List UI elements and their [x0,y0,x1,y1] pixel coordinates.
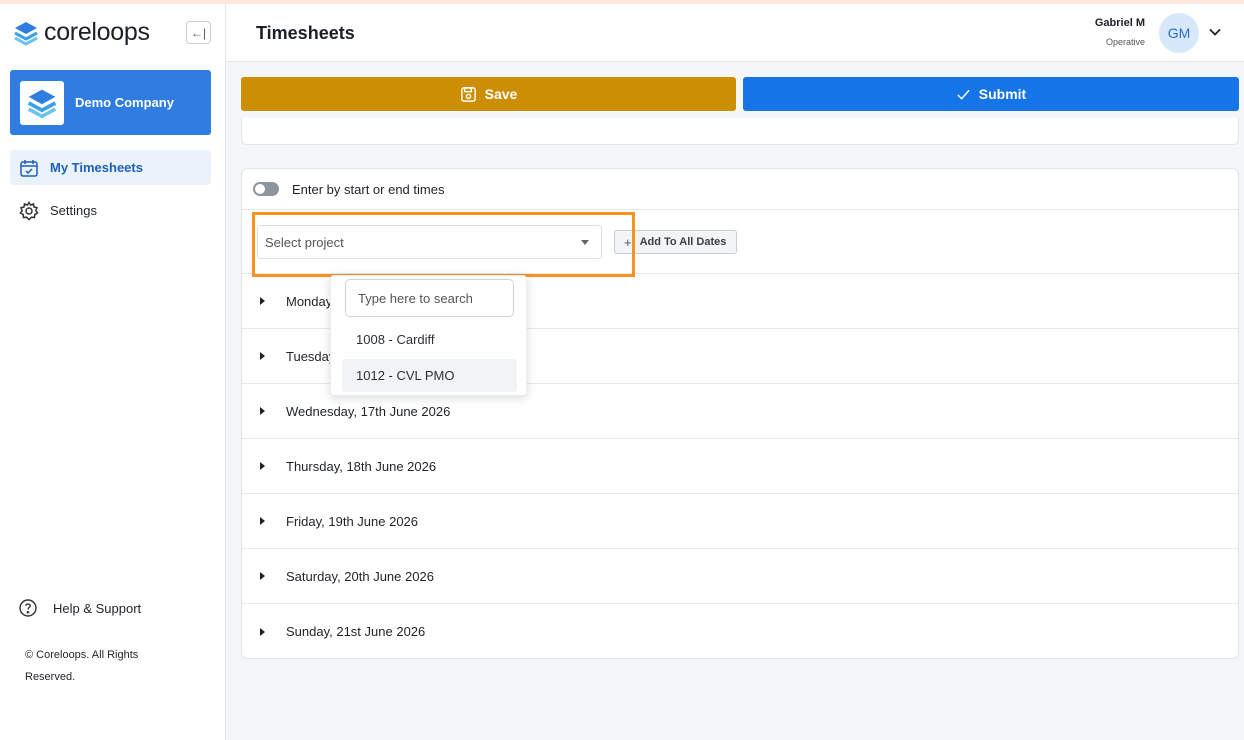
expand-caret-icon[interactable] [260,407,265,415]
help-label: Help & Support [53,600,142,616]
project-option[interactable]: 1012 - CVL PMO [342,359,517,392]
toggle-label: Enter by start or end times [292,181,445,197]
app-logo[interactable]: coreloops [12,18,150,47]
top-header: Timesheets Gabriel M Operative GM [226,4,1244,62]
sidebar-item-label: My Timesheets [50,160,143,175]
help-support-link[interactable]: Help & Support [18,598,141,618]
day-label: Sunday, 21st June 2026 [286,624,426,639]
project-search-input[interactable] [345,279,514,317]
project-select-placeholder: Select project [265,234,344,250]
sidebar-item-my-timesheets[interactable]: My Timesheets [10,150,211,185]
coreloops-logo-icon [14,21,38,46]
save-label: Save [484,86,518,102]
day-row[interactable]: Sunday, 21st June 2026 [242,604,1238,659]
add-to-all-dates-label: Add To All Dates [639,236,727,248]
save-button[interactable]: Save [241,77,736,111]
project-dropdown: 1008 - Cardiff 1012 - CVL PMO [330,275,527,396]
expand-caret-icon[interactable] [260,517,265,525]
sidebar: coreloops ←| Demo Company My Timesheets [0,4,226,740]
day-label: Friday, 19th June 2026 [286,513,419,529]
gear-icon [18,200,40,222]
floppy-disk-icon [460,86,476,102]
collapse-sidebar-button[interactable]: ←| [186,21,211,44]
submit-label: Submit [978,86,1027,102]
summary-card-partial [241,118,1239,145]
entry-mode-row: Enter by start or end times [242,169,1238,210]
submit-button[interactable]: Submit [743,77,1239,111]
app-name: coreloops [44,18,150,46]
expand-caret-icon[interactable] [260,462,265,470]
company-name: Demo Company [75,95,174,110]
user-name: Gabriel M [1094,17,1145,29]
day-row[interactable]: Saturday, 20th June 2026 [242,549,1238,604]
page-title: Timesheets [256,23,355,43]
day-row[interactable]: Thursday, 18th June 2026 [242,439,1238,494]
add-to-all-dates-button[interactable]: + Add To All Dates [614,230,737,254]
project-option[interactable]: 1008 - Cardiff [342,323,517,356]
expand-caret-icon[interactable] [260,352,265,360]
timesheet-entry-card: Enter by start or end times Select proje… [241,168,1239,659]
chevron-down-icon[interactable] [1208,25,1222,39]
checkmark-icon [957,89,970,100]
plus-icon: + [624,234,632,250]
company-logo [20,80,64,125]
collapse-arrow-icon: ←| [190,25,207,40]
sidebar-item-label: Settings [50,203,97,218]
company-logo-icon [27,89,57,118]
caret-down-icon [581,239,589,245]
expand-caret-icon[interactable] [260,572,265,580]
copyright-text: © Coreloops. All Rights Reserved. [25,649,139,683]
day-row[interactable]: Friday, 19th June 2026 [242,494,1238,549]
company-switcher[interactable]: Demo Company [10,70,211,135]
start-end-times-toggle[interactable] [253,182,279,196]
question-circle-icon [19,599,37,617]
day-label: Saturday, 20th June 2026 [286,568,434,584]
project-select[interactable]: Select project [257,225,602,259]
day-label: Thursday, 18th June 2026 [286,458,437,474]
avatar[interactable]: GM [1159,13,1199,53]
project-row: Select project + Add To All Dates [242,210,1238,274]
expand-caret-icon[interactable] [260,627,265,636]
user-role: Operative [1105,37,1145,47]
calendar-check-icon [18,157,40,179]
day-label: Wednesday, 17th June 2026 [286,403,451,419]
expand-caret-icon[interactable] [260,297,265,305]
sidebar-item-settings[interactable]: Settings [10,193,211,228]
